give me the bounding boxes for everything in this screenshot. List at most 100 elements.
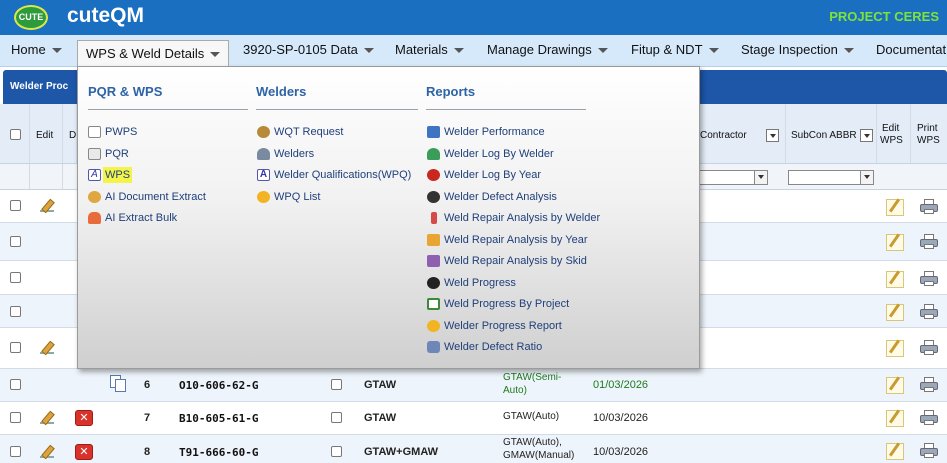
print-icon[interactable] <box>920 304 938 320</box>
delete-icon[interactable]: ✕ <box>75 410 93 426</box>
filter-cell <box>30 164 63 189</box>
edit-wps-icon[interactable] <box>886 304 904 321</box>
header-print-wps: Print <box>917 123 938 134</box>
nav-wps-weld-details[interactable]: WPS & Weld Details <box>77 40 230 66</box>
row-flag-checkbox[interactable] <box>331 412 342 423</box>
print-icon[interactable] <box>920 271 938 287</box>
wps-date: 10/03/2026 <box>593 446 649 458</box>
menu-item-label: PQR <box>105 148 129 160</box>
menu-item-label: Weld Progress <box>444 277 516 289</box>
menu-item-label: AI Document Extract <box>105 191 206 203</box>
row-checkbox[interactable] <box>10 446 21 457</box>
edit-pen-icon[interactable] <box>38 342 56 356</box>
row-checkbox[interactable] <box>10 306 21 317</box>
subcon-filter[interactable] <box>788 170 874 185</box>
panel-title: Welder Proc <box>10 81 69 92</box>
sun-icon <box>257 191 270 203</box>
nav-stage-inspection[interactable]: Stage Inspection <box>733 35 862 66</box>
app-logo[interactable]: CUTE <box>14 5 48 30</box>
row-number: 6 <box>144 379 151 391</box>
document-icon <box>88 126 101 138</box>
project-name: PROJECT CERES <box>829 9 939 24</box>
header-cell: Print WPS <box>911 104 947 163</box>
select-all-checkbox[interactable] <box>10 129 21 140</box>
menu-item-label: Weld Repair Analysis by Welder <box>444 212 601 224</box>
nav-documentation[interactable]: Documentati <box>868 35 947 66</box>
subcon-sort-dropdown[interactable] <box>860 129 873 142</box>
edit-wps-icon[interactable] <box>886 199 904 216</box>
edit-wps-icon[interactable] <box>886 443 904 460</box>
chevron-down-icon[interactable] <box>754 171 767 184</box>
ai-extract-icon <box>88 191 101 203</box>
welder-mask-icon <box>257 126 270 138</box>
print-icon[interactable] <box>920 410 938 426</box>
delete-glyph: ✕ <box>79 446 89 458</box>
row-number: 8 <box>144 446 151 458</box>
edit-pen-icon[interactable] <box>38 446 56 460</box>
copy-icon[interactable] <box>110 375 128 393</box>
nav-materials[interactable]: Materials <box>387 35 472 66</box>
contractor-sort-dropdown[interactable] <box>766 129 779 142</box>
edit-wps-icon[interactable] <box>886 234 904 251</box>
header-cell: D <box>63 104 77 163</box>
tools-icon <box>427 255 440 267</box>
edit-wps-icon[interactable] <box>886 271 904 288</box>
row-checkbox[interactable] <box>10 342 21 353</box>
header-subcon-abbr: SubCon ABBR <box>791 130 857 141</box>
menu-item-label: AI Extract Bulk <box>105 212 178 224</box>
row-checkbox[interactable] <box>10 236 21 247</box>
chevron-down-icon[interactable] <box>860 171 873 184</box>
row-flag-checkbox[interactable] <box>331 379 342 390</box>
defect-icon <box>427 191 440 203</box>
chevron-down-icon <box>708 48 719 54</box>
row-checkbox[interactable] <box>10 272 21 283</box>
menu-item-label: WQT Request <box>274 126 344 138</box>
print-icon[interactable] <box>920 377 938 393</box>
chevron-down-icon <box>453 48 464 54</box>
nav-manage-drawings[interactable]: Manage Drawings <box>479 35 616 66</box>
table-row[interactable]: ✕ 7 B10-605-61-G GTAW GTAW(Auto) 10/03/2… <box>0 402 947 435</box>
nav-fitup-ndt[interactable]: Fitup & NDT <box>623 35 727 66</box>
font-icon: A <box>88 169 101 181</box>
print-icon[interactable] <box>920 443 938 459</box>
row-checkbox[interactable] <box>10 200 21 211</box>
header-print-wps: WPS <box>917 135 940 146</box>
process: GTAW <box>364 412 397 424</box>
print-icon[interactable] <box>920 199 938 215</box>
row-checkbox[interactable] <box>10 379 21 390</box>
header-d: D <box>69 130 77 141</box>
table-row[interactable]: ✕ 8 T91-666-60-G GTAW+GMAW GTAW(Auto), G… <box>0 435 947 463</box>
nav-home[interactable]: Home <box>3 35 70 66</box>
app-header: CUTE cuteQM PROJECT CERES <box>0 0 947 35</box>
delete-icon[interactable]: ✕ <box>75 444 93 460</box>
row-checkbox[interactable] <box>10 412 21 423</box>
edit-wps-icon[interactable] <box>886 410 904 427</box>
row-flag-checkbox[interactable] <box>331 446 342 457</box>
edit-pen-icon[interactable] <box>38 200 56 214</box>
edit-pen-icon[interactable] <box>38 412 56 426</box>
repair-icon <box>431 212 437 224</box>
menu-item-label: Welder Defect Analysis <box>444 191 557 203</box>
menu-item-label: Weld Repair Analysis by Skid <box>444 255 587 267</box>
edit-wps-icon[interactable] <box>886 377 904 394</box>
menu-item-label: Weld Progress By Project <box>444 298 570 310</box>
ai-bulk-icon <box>88 212 101 224</box>
divider <box>256 109 418 110</box>
menu-item-label: Welder Log By Year <box>444 169 542 181</box>
wps-date: 10/03/2026 <box>593 412 649 424</box>
wps-number: O10-606-62-G <box>179 379 259 392</box>
print-icon[interactable] <box>920 340 938 356</box>
nav-sp-data[interactable]: 3920-SP-0105 Data <box>235 35 382 66</box>
process: GTAW+GMAW <box>364 446 439 458</box>
divider <box>88 109 248 110</box>
nav-label: 3920-SP-0105 Data <box>243 42 358 57</box>
menu-item-label: WPS <box>103 167 133 183</box>
nav-label: Stage Inspection <box>741 42 838 57</box>
process: GTAW <box>364 379 397 391</box>
print-icon[interactable] <box>920 234 938 250</box>
header-edit-wps: Edit <box>882 123 900 134</box>
nav-label: Fitup & NDT <box>631 42 703 57</box>
filter-cell <box>0 164 30 189</box>
table-row[interactable]: 6 O10-606-62-G GTAW GTAW(Semi- Auto) 01/… <box>0 369 947 402</box>
edit-wps-icon[interactable] <box>886 340 904 357</box>
